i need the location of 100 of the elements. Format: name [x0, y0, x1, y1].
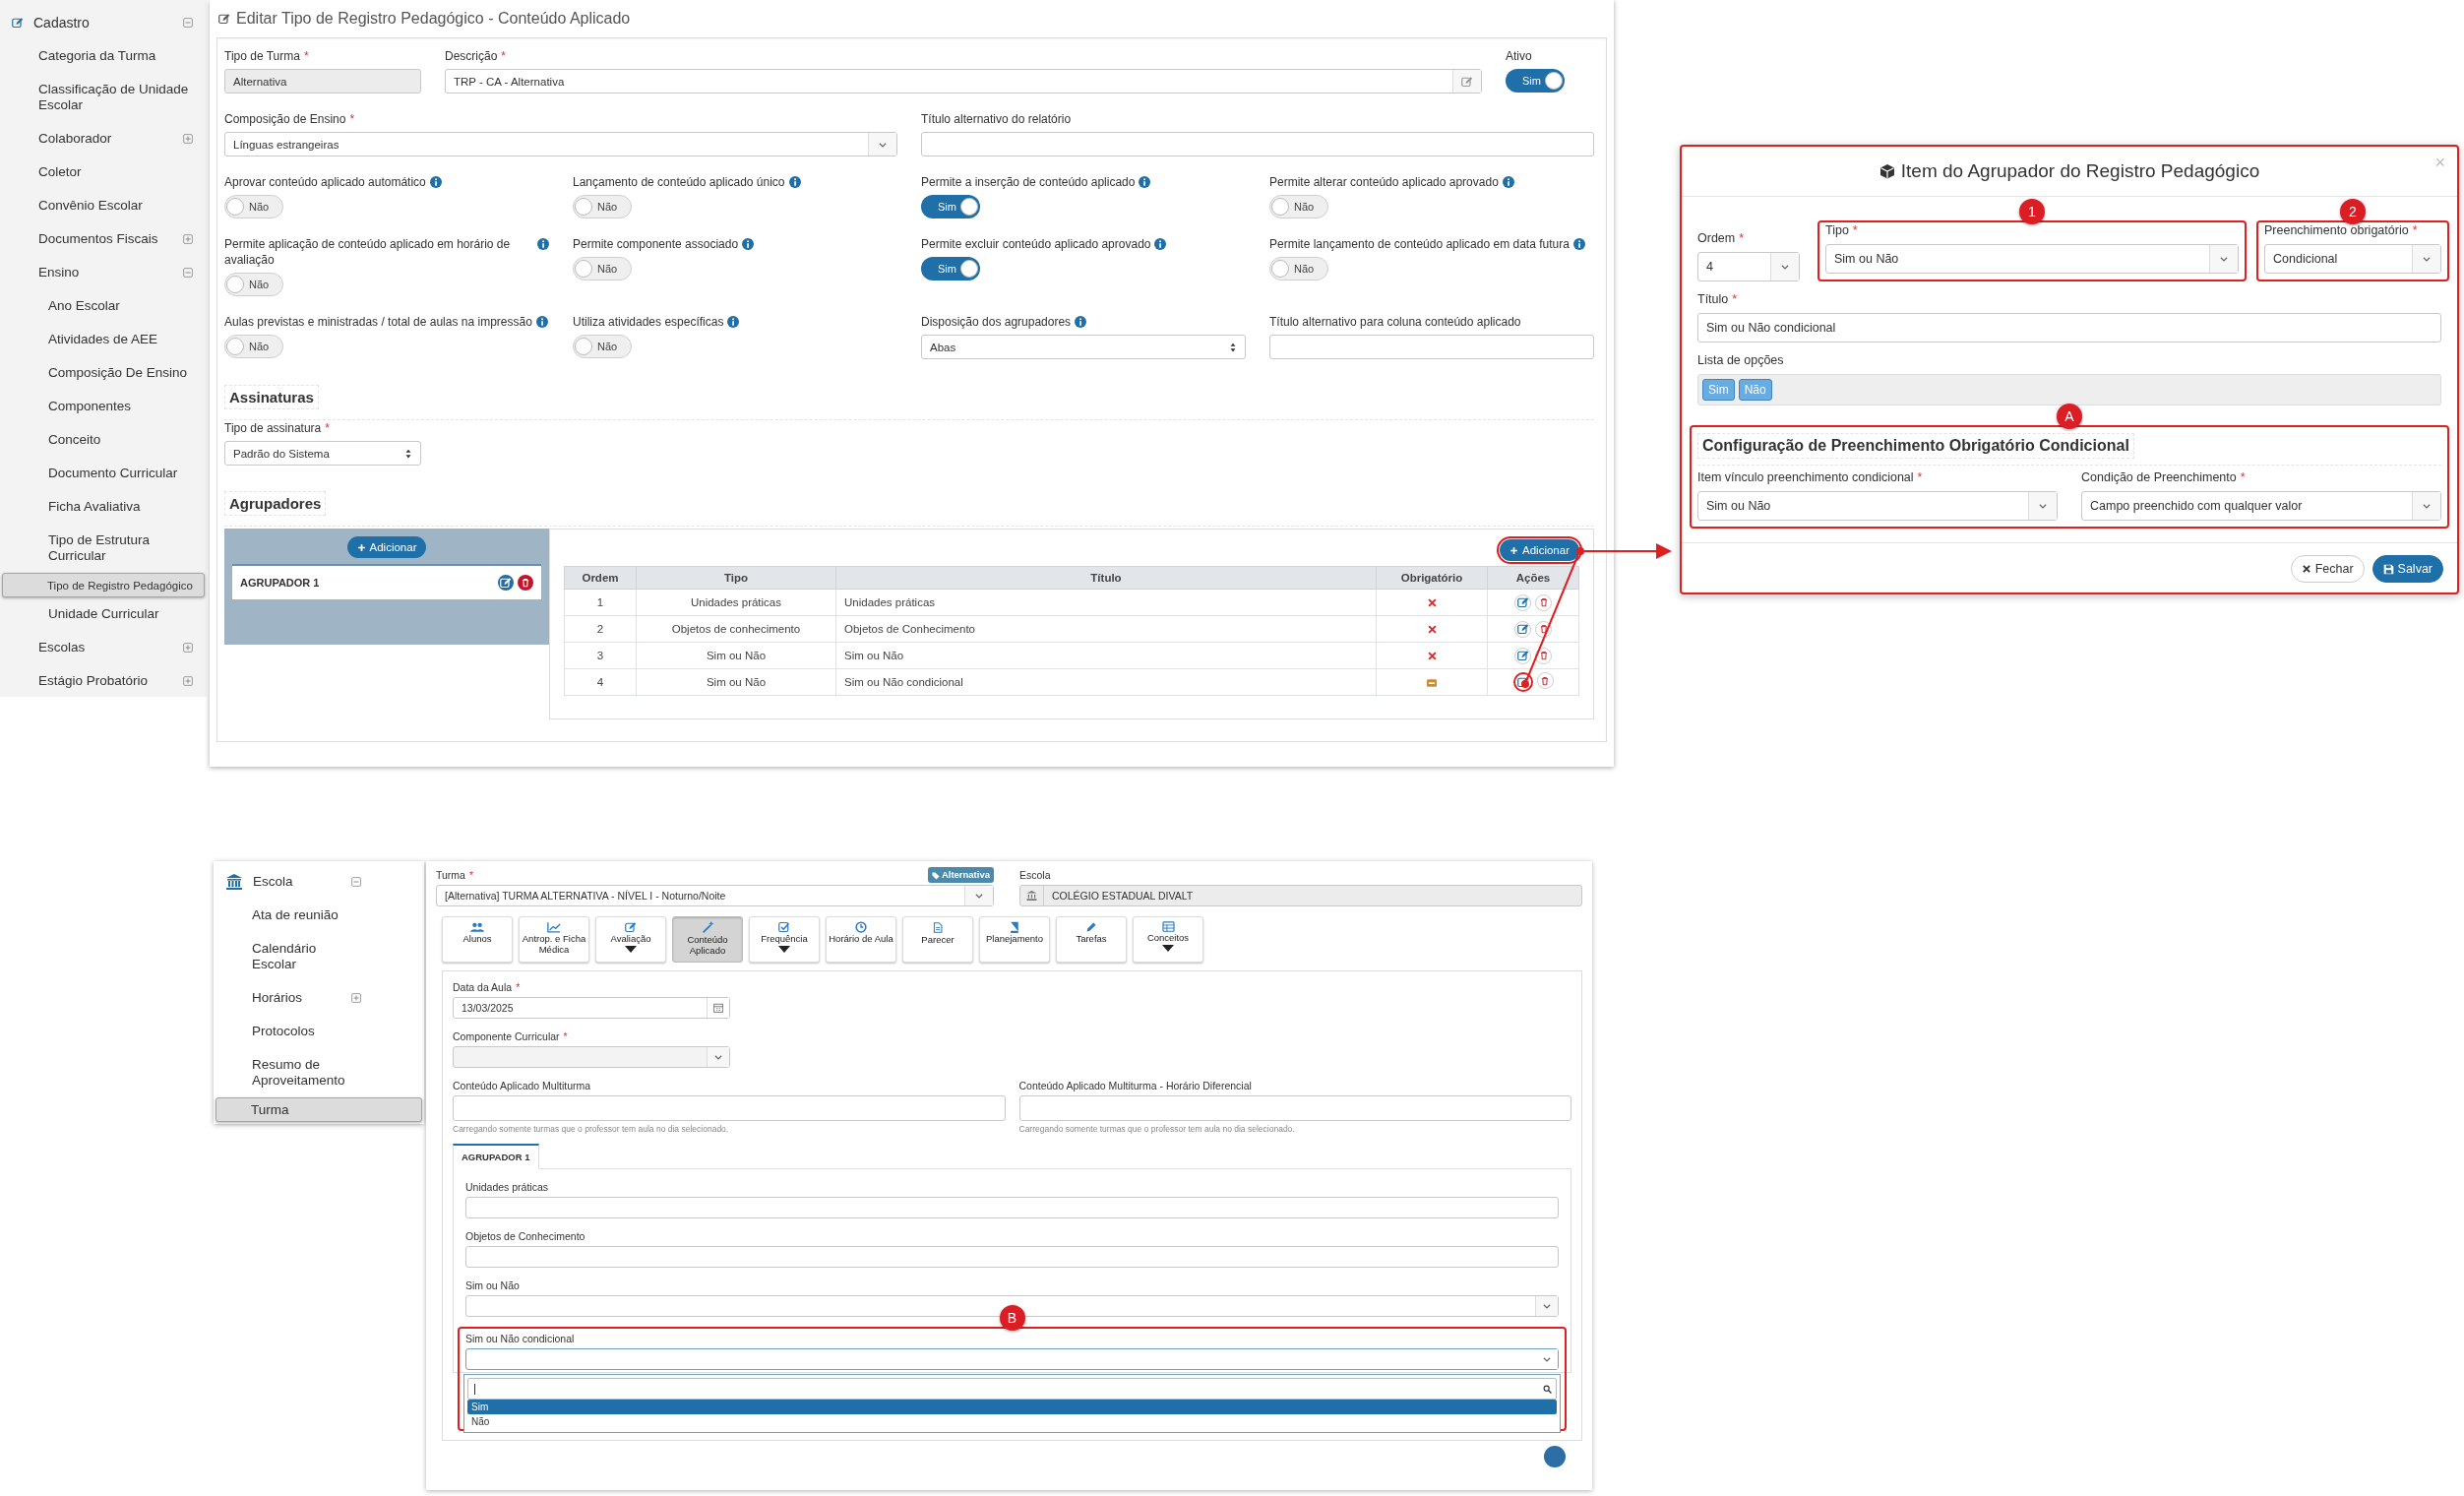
required-mark: *: [1732, 291, 1738, 307]
delete-button[interactable]: [1536, 672, 1554, 689]
sidebar-item[interactable]: Unidade Curricular: [2, 597, 205, 631]
delete-button[interactable]: [1535, 593, 1552, 611]
delete-button[interactable]: [518, 575, 533, 591]
dropdown-option[interactable]: Sim: [467, 1400, 1557, 1414]
tab[interactable]: AGRUPADOR 1: [453, 1144, 539, 1169]
toggle-switch[interactable]: Não: [1269, 257, 1328, 280]
text-field[interactable]: [453, 1095, 1006, 1121]
field-label: Sim ou Não condicional: [465, 1332, 575, 1346]
sidebar-item[interactable]: Calendário Escolar: [216, 932, 422, 981]
select-field[interactable]: Campo preenchido com qualquer valor: [2081, 491, 2441, 521]
sidebar-item[interactable]: Tipo de Estrutura Curricular: [2, 524, 205, 573]
sidebar-item[interactable]: Colaborador: [2, 122, 205, 156]
sidebar-item[interactable]: Composição De Ensino: [2, 356, 205, 390]
sidebar-item[interactable]: Ficha Avaliativa: [2, 490, 205, 524]
sidebar-item[interactable]: Documentos Fiscais: [2, 222, 205, 256]
select-field[interactable]: Padrão do Sistema: [224, 441, 421, 466]
sidebar-item[interactable]: Convênio Escolar: [2, 189, 205, 222]
select-field[interactable]: Abas: [921, 335, 1246, 359]
text-field[interactable]: [1269, 335, 1594, 359]
chevron-down-icon: [1780, 262, 1790, 272]
sidebar-item[interactable]: Escolas: [2, 631, 205, 664]
select-field[interactable]: 4: [1697, 252, 1800, 281]
toolbar-button[interactable]: Parecer: [902, 916, 973, 963]
toggle-switch[interactable]: Não: [573, 195, 632, 218]
toggle-switch[interactable]: Não: [224, 195, 283, 218]
section-heading: Agrupadores: [224, 491, 327, 516]
sidebar-item[interactable]: Ensino: [2, 256, 205, 289]
toggle-switch[interactable]: Não: [573, 257, 632, 280]
save-icon: [2382, 563, 2394, 575]
sidebar-item[interactable]: Coletor: [2, 156, 205, 189]
sidebar-item[interactable]: Escola: [216, 865, 422, 899]
plus-icon: [1509, 545, 1519, 555]
toolbar-button[interactable]: Avaliação: [595, 916, 666, 963]
table-cell: Sim ou Não: [835, 642, 1377, 669]
sidebar-item[interactable]: Ano Escolar: [2, 289, 205, 323]
sidebar-item[interactable]: Categoria da Turma: [2, 39, 205, 73]
field-label: Permite a inserção de conteúdo aplicado: [921, 174, 1136, 190]
sidebar-item[interactable]: Componentes: [2, 390, 205, 423]
edit-button[interactable]: [498, 575, 514, 591]
add-button[interactable]: Adicionar: [346, 536, 427, 558]
required-mark: *: [516, 980, 521, 995]
toolbar-button[interactable]: Horário de Aula: [826, 916, 896, 963]
edit-icon: [218, 13, 230, 25]
required-mark: *: [468, 868, 474, 883]
select-field[interactable]: [465, 1348, 1559, 1370]
toggle-switch[interactable]: Sim: [921, 257, 980, 280]
toolbar-button[interactable]: Antrop. e Ficha Médica: [519, 916, 589, 963]
toolbar-button[interactable]: Tarefas: [1056, 916, 1127, 963]
edit-icon: [500, 577, 512, 589]
column-header: Ordem: [564, 566, 637, 590]
edit-icon: [1516, 650, 1529, 661]
text-field[interactable]: [1018, 1095, 1571, 1121]
sidebar-item[interactable]: Documento Curricular: [2, 457, 205, 490]
toolbar-button[interactable]: Frequência: [749, 916, 820, 963]
book-icon: [1009, 921, 1020, 933]
sidebar-item[interactable]: Classificação de Unidade Escolar: [2, 73, 205, 122]
sidebar-item[interactable]: Ata de reunião: [216, 899, 422, 932]
toolbar-button[interactable]: Alunos: [442, 916, 513, 963]
toolbar-button[interactable]: Planejamento: [979, 916, 1050, 963]
date-field[interactable]: 13/03/2025: [453, 997, 730, 1019]
table-cell: Sim ou Não: [636, 668, 836, 696]
required-mark: *: [349, 111, 355, 127]
text-field[interactable]: [921, 132, 1594, 156]
toolbar-button[interactable]: Conceitos: [1133, 916, 1203, 963]
text-field[interactable]: [465, 1197, 1559, 1218]
toolbar-button[interactable]: Conteúdo Aplicado: [672, 916, 743, 963]
sidebar-item[interactable]: Resumo de Aproveitamento: [216, 1048, 422, 1097]
sidebar-item[interactable]: Cadastro: [2, 6, 205, 39]
search-field[interactable]: [467, 1378, 1557, 1400]
sidebar-item[interactable]: Horários: [216, 981, 422, 1015]
toggle-switch[interactable]: Não: [1269, 195, 1328, 218]
chevron-down-icon: [2422, 501, 2432, 511]
sidebar-item[interactable]: Turma: [216, 1097, 422, 1122]
toggle-switch[interactable]: Não: [224, 335, 283, 358]
select-field[interactable]: Sim ou Não: [1697, 491, 2058, 521]
sidebar-item[interactable]: Protocolos: [216, 1015, 422, 1048]
toggle-switch[interactable]: Não: [573, 335, 632, 358]
text-field[interactable]: TRP - CA - Alternativa: [445, 69, 1482, 94]
save-button[interactable]: Salvar: [2372, 555, 2443, 583]
sidebar-item[interactable]: Atividades de AEE: [2, 323, 205, 356]
text-field[interactable]: [465, 1246, 1559, 1268]
add-button[interactable]: Adicionar: [1500, 539, 1579, 561]
sidebar-item[interactable]: Estágio Probatório: [2, 664, 205, 698]
select-field[interactable]: Sim ou Não: [1825, 244, 2239, 274]
select-field[interactable]: Línguas estrangeiras: [224, 132, 897, 156]
text-field[interactable]: Alternativa: [224, 69, 421, 94]
close-button[interactable]: Fechar: [2290, 555, 2365, 583]
toggle-switch[interactable]: Não: [224, 273, 283, 296]
toggle-switch[interactable]: Sim: [921, 195, 980, 218]
sidebar-item[interactable]: Tipo de Registro Pedagógico: [2, 573, 205, 597]
dropdown-option[interactable]: Não: [467, 1414, 1557, 1429]
field-label: Data da Aula: [453, 980, 513, 995]
grouper-item[interactable]: AGRUPADOR 1: [232, 564, 541, 599]
text-field[interactable]: Sim ou Não condicional: [1697, 313, 2441, 343]
select-field[interactable]: Condicional: [2264, 244, 2441, 274]
toggle-switch[interactable]: Sim: [1506, 69, 1565, 93]
sidebar-item[interactable]: Conceito: [2, 423, 205, 457]
select-field[interactable]: [Alternativa] TURMA ALTERNATIVA - NÍVEL I - Noturno/Noite: [436, 885, 994, 906]
